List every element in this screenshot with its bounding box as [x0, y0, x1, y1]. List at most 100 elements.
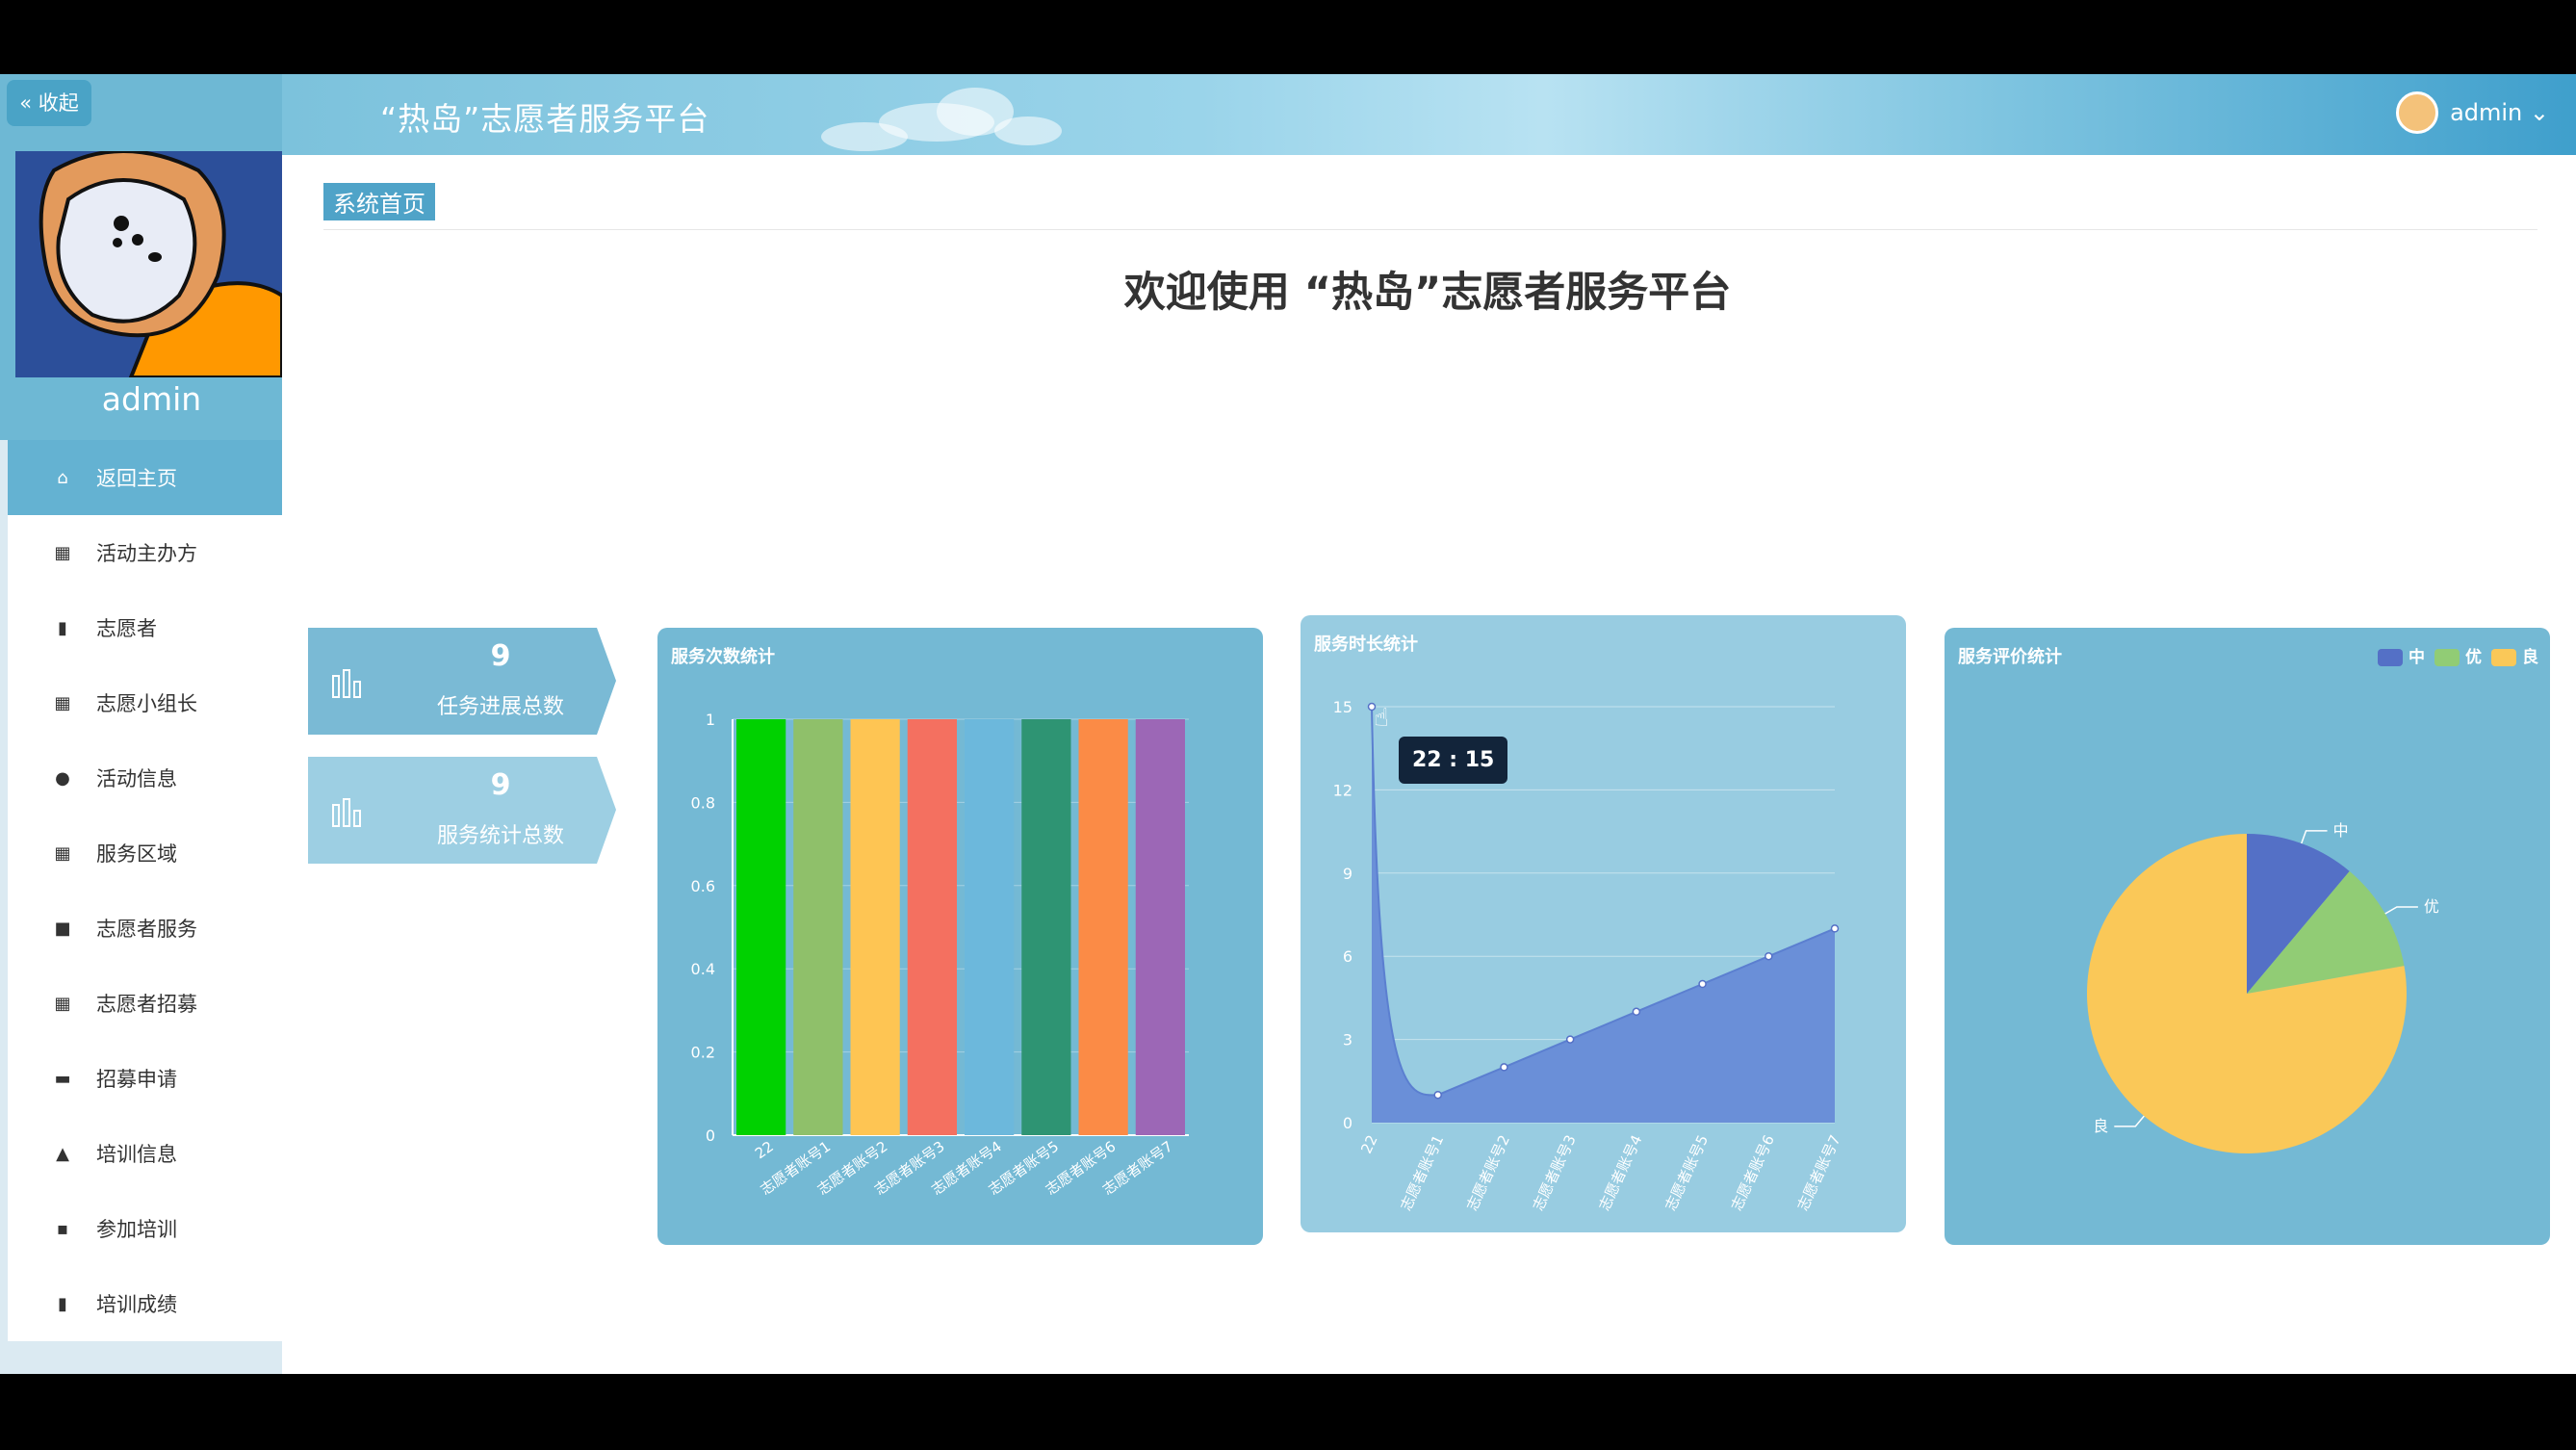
sidebar: « 收起 admin ⌂ 返回主页 ▦ 活动主办方 ▮ 志愿者 ▦ 志愿小组长 ● 活动信息 ▦ 服务… [0, 74, 282, 1374]
bar [850, 719, 900, 1135]
bar-chart-icon [332, 669, 361, 698]
stat-label: 服务统计总数 [436, 824, 564, 848]
sidebar-item[interactable]: ▲ 培训信息 [8, 1116, 282, 1191]
bar [736, 719, 786, 1135]
pie-chart-card: 服务评价统计 中 优 良 中优良 [1945, 628, 2550, 1245]
y-tick-label: 0 [1343, 1114, 1352, 1132]
video-icon: ■ [54, 918, 71, 939]
sidebar-item-label: 服务区域 [96, 842, 177, 866]
app-window: « 收起 admin ⌂ 返回主页 ▦ 活动主办方 ▮ 志愿者 ▦ 志愿小组长 ● 活动信息 ▦ 服务… [0, 74, 2576, 1374]
grid-icon: ▦ [54, 542, 71, 563]
y-tick-label: 9 [1343, 865, 1352, 883]
sidebar-item-label: 培训成绩 [96, 1293, 177, 1316]
area-chart: 0 3 6 9 12 15 22 志愿者账号1 志愿者账号2 志愿者账号3 志愿者账号4 志愿者账号5… [1333, 698, 1844, 1213]
stat-card-tasks: 9 任务进展总数 [308, 628, 616, 735]
sidebar-item-label: 活动信息 [96, 767, 177, 790]
y-tick-label: 0.4 [691, 960, 715, 978]
slice-label: 优 [2424, 897, 2439, 916]
sidebar-item[interactable]: ▪ 参加培训 [8, 1191, 282, 1266]
label-line [2301, 830, 2328, 844]
sidebar-item[interactable]: ▮ 志愿者 [8, 590, 282, 665]
sidebar-item-label: 志愿小组长 [96, 692, 197, 715]
sidebar-item-label: 志愿者服务 [96, 918, 197, 941]
grid-icon: ▦ [54, 842, 71, 864]
bar-chart-icon [332, 798, 361, 827]
sidebar-item-label: 志愿者招募 [96, 993, 197, 1016]
data-point [1698, 979, 1707, 989]
x-tick-label: 志愿者账号5 [1662, 1132, 1712, 1213]
user-menu[interactable]: admin ⌄ [2396, 91, 2549, 134]
user-icon: ▲ [56, 1143, 69, 1164]
breadcrumb[interactable]: 系统首页 [323, 183, 435, 220]
slice-label: 良 [2093, 1117, 2108, 1135]
stat-value: 9 [490, 639, 511, 673]
y-tick-label: 15 [1333, 698, 1352, 716]
main-content: 系统首页 欢迎使用 “热岛”志愿者服务平台 9 任务进展总数 9 服务统计总数 [282, 155, 2576, 1374]
x-tick-label: 志愿者账号1 [1397, 1132, 1447, 1213]
sidebar-item[interactable]: ▦ 志愿者招募 [8, 966, 282, 1041]
sidebar-item[interactable]: ▬ 招募申请 [8, 1041, 282, 1116]
sidebar-item[interactable]: ▦ 服务区域 [8, 816, 282, 891]
cursor-icon: ☝ [1374, 704, 1389, 733]
sidebar-item-label: 参加培训 [96, 1218, 177, 1241]
comment-icon: ▪ [56, 1218, 69, 1239]
bar [793, 719, 843, 1135]
x-tick-label: 志愿者账号4 [1595, 1132, 1645, 1213]
user-name: admin ⌄ [2450, 99, 2549, 126]
site-title: “热岛”志愿者服务平台 [380, 100, 710, 138]
page-title: 欢迎使用 “热岛”志愿者服务平台 [1123, 269, 1732, 317]
sidebar-item-label: 招募申请 [96, 1068, 177, 1091]
bar-chart-card: 服务次数统计 0 0.2 0.4 0.6 0.8 1 22 志愿者账号1 志愿者账号2 志愿者账号… [657, 628, 1263, 1245]
pie-chart: 中优良 [2087, 821, 2439, 1153]
bar [1021, 719, 1071, 1135]
grid-icon: ▦ [54, 993, 71, 1014]
stat-card-services: 9 服务统计总数 [308, 757, 616, 864]
y-tick-label: 0.2 [691, 1044, 715, 1062]
bar [965, 719, 1015, 1135]
top-header: “热岛”志愿者服务平台 admin ⌄ [282, 74, 2576, 155]
briefcase-icon: ▬ [54, 1068, 71, 1089]
y-tick-label: 3 [1343, 1031, 1352, 1049]
stat-value: 9 [490, 768, 511, 802]
sidebar-item-label: 培训信息 [96, 1143, 177, 1166]
x-tick-label: 志愿者账号2 [1463, 1132, 1513, 1213]
data-point [1433, 1090, 1442, 1100]
sidebar-item[interactable]: ■ 志愿者服务 [8, 891, 282, 966]
data-point [1632, 1007, 1641, 1017]
sidebar-item[interactable]: ▦ 活动主办方 [8, 515, 282, 590]
data-point [1765, 951, 1773, 961]
label-line [2114, 1115, 2145, 1127]
x-tick-label: 22 [1357, 1132, 1380, 1156]
y-tick-label: 0.6 [691, 877, 715, 895]
y-tick-label: 0 [706, 1126, 715, 1145]
y-tick-label: 1 [706, 711, 715, 729]
user-avatar [2396, 91, 2439, 134]
sidebar-item[interactable]: ▮ 培训成绩 [8, 1266, 282, 1341]
data-point [1830, 924, 1840, 933]
chart-tooltip: 22 : 15 [1399, 737, 1508, 784]
y-tick-label: 0.8 [691, 793, 715, 812]
collapse-button[interactable]: « 收起 [7, 80, 91, 126]
grid-icon: ▦ [54, 692, 71, 713]
bar-chart: 00.20.40.60.8122志愿者账号1志愿者账号2志愿者账号3志愿者账号4… [691, 711, 1189, 1199]
sidebar-item[interactable]: ▦ 志愿小组长 [8, 665, 282, 740]
data-point [1500, 1063, 1508, 1072]
y-tick-label: 6 [1343, 947, 1352, 966]
y-tick-label: 12 [1333, 781, 1352, 799]
line-chart-card: 服务时长统计 0 3 6 9 12 15 22 志愿者账号1 志愿者账号2 志愿者账号3 志愿者账号… [1301, 615, 1906, 1232]
x-tick-label: 志愿者账号6 [1728, 1132, 1778, 1213]
avatar [15, 151, 282, 377]
sidebar-item[interactable]: ⌂ 返回主页 [8, 440, 282, 515]
bar [1135, 719, 1185, 1135]
slice-label: 中 [2333, 821, 2349, 840]
x-tick-label: 22 [752, 1138, 777, 1163]
divider [323, 229, 2537, 230]
sidebar-menu: ⌂ 返回主页 ▦ 活动主办方 ▮ 志愿者 ▦ 志愿小组长 ● 活动信息 ▦ 服务区域 ■ 志愿者服务 ▦ 志愿… [8, 440, 282, 1341]
stat-label: 任务进展总数 [436, 695, 564, 719]
bar [1078, 719, 1128, 1135]
home-icon: ⌂ [57, 467, 68, 488]
bar [907, 719, 957, 1135]
sidebar-item-label: 志愿者 [96, 617, 157, 640]
data-point [1565, 1035, 1575, 1044]
sidebar-item[interactable]: ● 活动信息 [8, 740, 282, 816]
